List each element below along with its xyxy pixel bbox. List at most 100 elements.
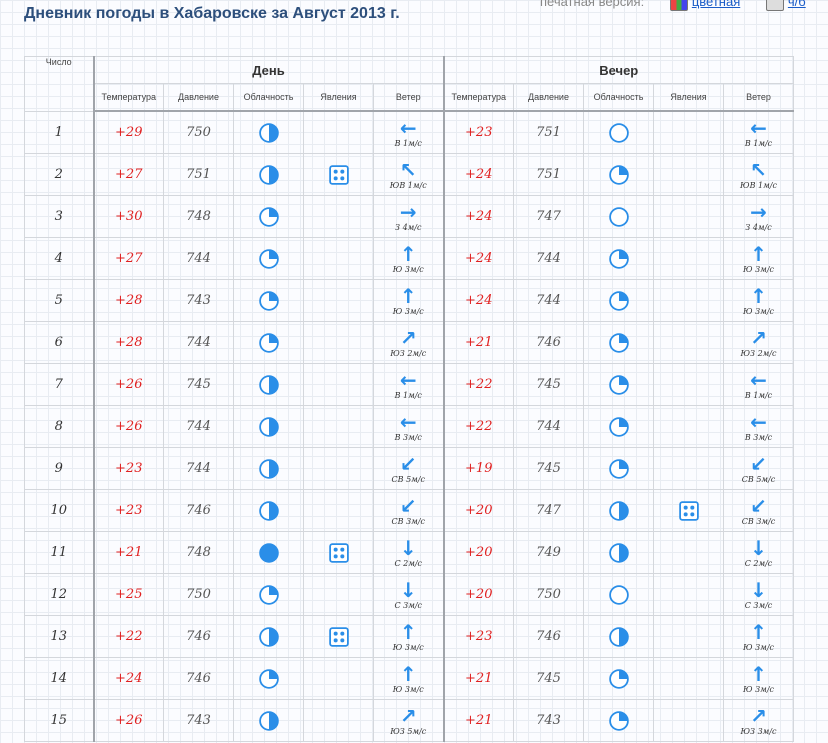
day-number: 11 — [24, 531, 94, 574]
day-number: 14 — [24, 657, 94, 700]
cloud-day — [233, 321, 304, 364]
wind-arrow-icon: ↗ — [399, 704, 417, 728]
group-header-evening: Вечер — [442, 56, 794, 84]
wind-arrow-icon: ↙ — [750, 452, 767, 476]
wind-evening: ↑ Ю 3м/с — [723, 615, 794, 658]
col-header-cloud-day: Облачность — [233, 83, 304, 112]
table-row: 11 +21 748 ↓ С 2м/с +20 749 ↓ С 2м/с — [24, 531, 794, 574]
temp-evening: +23 — [442, 615, 514, 658]
cloud-day — [233, 195, 304, 238]
pressure-day: 750 — [163, 110, 234, 154]
table-row: 8 +26 744 ← В 3м/с +22 744 ← В 3м/с — [24, 405, 794, 448]
temp-evening: +24 — [442, 237, 514, 280]
bw-printer-icon[interactable] — [765, 0, 784, 11]
cloud-clear-icon — [584, 122, 653, 143]
wind-arrow-icon: ↓ — [399, 536, 417, 560]
wind-label: Ю 3м/с — [392, 643, 424, 652]
wind-arrow-icon: ↖ — [399, 158, 417, 182]
col-header-temp-evening: Температура — [442, 83, 514, 112]
cloud-quarter-icon — [584, 374, 653, 395]
pressure-day: 748 — [163, 531, 234, 574]
rain-icon — [304, 164, 373, 185]
temp-evening: +19 — [442, 447, 514, 490]
wind-arrow-icon: ↙ — [399, 494, 417, 518]
temp-day: +23 — [92, 489, 164, 532]
temp-day: +21 — [92, 531, 164, 574]
phenomena-day — [303, 657, 374, 700]
cloud-evening — [583, 699, 654, 742]
cloud-quarter-icon — [234, 332, 303, 353]
day-number: 5 — [24, 279, 94, 322]
wind-evening: ↙ СВ 3м/с — [723, 489, 794, 532]
pressure-evening: 743 — [513, 699, 584, 742]
phenomena-day — [303, 237, 374, 280]
phenomena-evening — [653, 321, 724, 364]
phenomena-evening — [653, 363, 724, 406]
rain-icon — [654, 500, 723, 521]
table-row: 5 +28 743 ↑ Ю 3м/с +24 744 ↑ Ю 3м/с — [24, 279, 794, 322]
wind-label: СВ 5м/с — [741, 475, 776, 484]
cloud-evening — [583, 237, 654, 280]
cloud-day — [233, 110, 304, 154]
rain-icon — [304, 542, 373, 563]
wind-label: В 1м/с — [744, 139, 773, 148]
cloud-quarter-icon — [234, 668, 303, 689]
wind-evening: ↗ ЮЗ 3м/с — [723, 699, 794, 742]
wind-label: В 3м/с — [744, 433, 773, 442]
cloud-evening — [583, 363, 654, 406]
wind-evening: ↖ ЮВ 1м/с — [723, 153, 794, 196]
table-row: 14 +24 746 ↑ Ю 3м/с +21 745 ↑ Ю 3м/с — [24, 657, 794, 700]
wind-label: В 3м/с — [394, 433, 422, 442]
wind-evening: ↑ Ю 3м/с — [723, 279, 794, 322]
wind-evening: ↙ СВ 5м/с — [723, 447, 794, 490]
wind-day: ↙ СВ 5м/с — [373, 447, 444, 490]
pressure-day: 744 — [163, 321, 234, 364]
pressure-evening: 751 — [513, 153, 584, 196]
cloud-evening — [583, 615, 654, 658]
cloud-half-icon — [234, 374, 303, 395]
wind-arrow-icon: ↑ — [399, 620, 417, 644]
temp-evening: +22 — [442, 363, 514, 406]
temp-day: +24 — [92, 657, 164, 700]
day-number: 10 — [24, 489, 94, 532]
wind-evening: ↓ С 2м/с — [723, 531, 794, 574]
cloud-day — [233, 531, 304, 574]
phenomena-evening — [653, 573, 724, 616]
cloud-quarter-icon — [584, 332, 653, 353]
print-color-link[interactable]: цветная — [692, 0, 740, 9]
cloud-evening — [583, 405, 654, 448]
cloud-half-icon — [234, 710, 303, 731]
temp-day: +26 — [92, 699, 164, 742]
temp-day: +25 — [92, 573, 164, 616]
wind-label: С 2м/с — [394, 559, 423, 568]
day-number: 6 — [24, 321, 94, 364]
wind-evening: ↑ Ю 3м/с — [723, 237, 794, 280]
table-row: 6 +28 744 ↗ ЮЗ 2м/с +21 746 ↗ ЮЗ 2м/с — [24, 321, 794, 364]
wind-label: Ю 3м/с — [392, 307, 424, 316]
wind-label: Ю 3м/с — [743, 685, 774, 694]
col-header-pressure-evening: Давление — [513, 83, 584, 112]
page-title: Дневник погоды в Хабаровске за Август 20… — [24, 5, 400, 22]
wind-day: ↑ Ю 3м/с — [373, 237, 444, 280]
day-number: 7 — [24, 363, 94, 406]
pressure-evening: 745 — [513, 363, 584, 406]
wind-arrow-icon: ← — [750, 410, 767, 434]
print-bw-link[interactable]: ч/б — [788, 0, 806, 9]
wind-evening: ← В 1м/с — [723, 110, 794, 154]
phenomena-evening — [653, 153, 724, 196]
wind-arrow-icon: ↑ — [399, 284, 417, 308]
cloud-day — [233, 405, 304, 448]
table-row: 10 +23 746 ↙ СВ 3м/с +20 747 ↙ СВ 3м/с — [24, 489, 794, 532]
wind-day: ↓ С 2м/с — [373, 531, 444, 574]
wind-arrow-icon: ↑ — [399, 242, 417, 266]
col-header-temp-day: Температура — [92, 83, 164, 112]
pressure-day: 751 — [163, 153, 234, 196]
pressure-evening: 747 — [513, 489, 584, 532]
color-printer-icon[interactable] — [669, 0, 688, 11]
temp-evening: +24 — [442, 279, 514, 322]
phenomena-day — [303, 279, 374, 322]
cloud-day — [233, 657, 304, 700]
phenomena-day — [303, 573, 374, 616]
table-row: 1 +29 750 ← В 1м/с +23 751 ← В 1м/с — [24, 110, 794, 154]
cloud-half-icon — [234, 626, 303, 647]
